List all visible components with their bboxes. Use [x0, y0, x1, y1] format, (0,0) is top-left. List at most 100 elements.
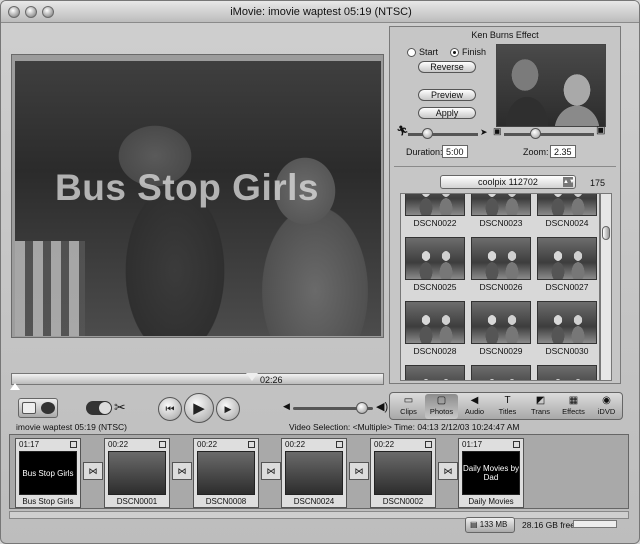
clip[interactable]: 00:22 DSCN0002 — [370, 438, 436, 508]
photo-image — [405, 237, 465, 280]
play-button[interactable]: ▶ — [184, 393, 214, 423]
preview-button[interactable]: Preview — [418, 89, 476, 101]
pane-label: iDVD — [597, 407, 616, 416]
finish-radio[interactable]: Finish — [450, 47, 486, 57]
pane-label: Clips — [400, 407, 417, 416]
photo-thumbnail[interactable]: DSCN0026 — [469, 234, 533, 296]
clip-viewer-scrollbar[interactable] — [9, 511, 629, 519]
transition-icon[interactable]: ⋈ — [261, 462, 281, 480]
ken-burns-title: Ken Burns Effect — [471, 30, 539, 40]
pane-button-audio[interactable]: ◀ Audio — [458, 394, 491, 419]
zoom-label: Zoom: — [523, 147, 549, 157]
scroll-thumb[interactable] — [602, 226, 610, 240]
speed-slider[interactable] — [408, 133, 478, 136]
popup-arrows-icon: ▲▼ — [563, 177, 575, 187]
zoom-field[interactable]: 2.35 — [550, 145, 576, 158]
pane-button-effects[interactable]: ▦ Effects — [557, 394, 590, 419]
clip[interactable]: 00:22 DSCN0024 — [281, 438, 347, 508]
clip[interactable]: 01:17 Bus Stop Girls Bus Stop Girls — [15, 438, 81, 508]
clip-frame: Daily Movies by Dad — [462, 451, 520, 495]
pane-button-idvd[interactable]: ◉ iDVD — [590, 394, 623, 419]
speed-knob[interactable] — [422, 128, 433, 139]
pane-buttons: ▭ Clips ▢ Photos ◀ Audio T Titles ◩ Trans ▦ Effects… — [389, 392, 623, 420]
photo-thumbnail[interactable]: DSCN0023 — [469, 194, 533, 232]
scrubber-bar[interactable] — [11, 373, 384, 385]
pane-label: Effects — [562, 407, 585, 416]
clip[interactable]: 00:22 DSCN0001 — [104, 438, 170, 508]
clip-name: DSCN0002 — [382, 497, 424, 506]
slow-icon: 🏃︎ — [396, 126, 409, 137]
title-bar: iMovie: imovie waptest 05:19 (NTSC) — [1, 1, 639, 23]
imovie-window: iMovie: imovie waptest 05:19 (NTSC) Bus … — [0, 0, 640, 544]
selection-info: Video Selection: <Multiple> Time: 04:13 … — [289, 422, 520, 432]
duration-field[interactable]: 5:00 — [442, 145, 468, 158]
ken-burns-preview — [496, 44, 606, 127]
rewind-button[interactable]: ⏮ — [158, 397, 182, 421]
radio-selected-icon — [450, 47, 459, 57]
finish-label: Finish — [462, 47, 487, 57]
photo-count: 175 — [590, 178, 606, 188]
pane-button-clips[interactable]: ▭ Clips — [392, 394, 425, 419]
photo-caption: DSCN0022 — [413, 218, 457, 228]
photo-thumbnail[interactable]: DSCN0029 — [469, 298, 533, 360]
photo-image — [405, 365, 465, 380]
volume-low-icon: ◀ — [283, 401, 290, 411]
pane-button-trans[interactable]: ◩ Trans — [524, 394, 557, 419]
photo-thumbnail[interactable]: DSCN0025 — [403, 234, 467, 296]
photo-caption: DSCN0029 — [479, 346, 523, 356]
fullscreen-play-icon: ▶ — [224, 403, 232, 414]
camera-mode-toggle[interactable] — [18, 398, 58, 418]
effects-icon: ▦ — [568, 395, 579, 406]
pane-label: Titles — [498, 407, 517, 416]
start-radio[interactable]: Start — [407, 47, 438, 57]
clip-frame — [197, 451, 255, 495]
playhead-timecode: 02:26 — [260, 375, 283, 385]
volume-knob[interactable] — [356, 402, 368, 414]
play-fullscreen-button[interactable]: ▶ — [216, 397, 240, 421]
photo-thumbnail[interactable]: DSCN0028 — [403, 298, 467, 360]
photo-thumbnail[interactable]: DSCN0027 — [535, 234, 599, 296]
duration-label: Duration: — [406, 147, 443, 157]
zoom-knob[interactable] — [530, 128, 541, 139]
photo-thumbnail[interactable] — [469, 362, 533, 380]
trash-button[interactable]: ▤ 133 MB — [465, 517, 515, 533]
edit-mode-switch[interactable] — [86, 401, 112, 415]
reverse-button[interactable]: Reverse — [418, 61, 476, 73]
transition-icon[interactable]: ⋈ — [438, 462, 458, 480]
photo-image — [405, 194, 465, 216]
video-frame: Bus Stop Girls — [15, 61, 381, 336]
clip[interactable]: 01:17 Daily Movies by Dad Daily Movies — [458, 438, 524, 508]
video-title-overlay: Bus Stop Girls — [55, 167, 319, 208]
camera-icon — [22, 402, 36, 414]
titles-icon: T — [504, 395, 511, 406]
clip-frame-text: Bus Stop Girls — [22, 468, 74, 478]
playhead[interactable] — [246, 373, 258, 381]
transition-icon[interactable]: ⋈ — [349, 462, 369, 480]
pane-button-titles[interactable]: T Titles — [491, 394, 524, 419]
photo-thumbnails: DSCN0022 DSCN0023 DSCN0024 DSCN0025 DSCN0026… — [403, 194, 599, 380]
scissors-icon[interactable]: ✂ — [114, 399, 126, 416]
clip[interactable]: 00:22 DSCN0008 — [193, 438, 259, 508]
photo-image — [537, 365, 597, 380]
photo-thumbnail[interactable] — [535, 362, 599, 380]
photo-image — [537, 301, 597, 344]
transition-icon[interactable]: ⋈ — [172, 462, 192, 480]
clip-name: DSCN0008 — [205, 497, 247, 506]
album-popup[interactable]: coolpix 112702 ▲▼ — [440, 175, 576, 189]
panel-divider — [394, 166, 616, 167]
photo-thumbnail[interactable]: DSCN0024 — [535, 194, 599, 232]
clip-viewer: 01:17 Bus Stop Girls Bus Stop Girls ⋈ 00:22 D… — [9, 434, 629, 509]
photo-thumbnail[interactable]: DSCN0030 — [535, 298, 599, 360]
photo-grid-scrollbar[interactable] — [600, 193, 612, 381]
pane-button-photos[interactable]: ▢ Photos — [425, 394, 458, 419]
photo-image — [471, 194, 531, 216]
transition-icon[interactable]: ⋈ — [83, 462, 103, 480]
clip-marker-icon — [513, 441, 520, 448]
clip-frame — [374, 451, 432, 495]
clip-frame-text: Daily Movies by Dad — [463, 464, 520, 482]
photo-thumbnail[interactable] — [403, 362, 467, 380]
photo-thumbnail[interactable]: DSCN0022 — [403, 194, 467, 232]
crop-start-marker[interactable] — [10, 383, 20, 390]
apply-button[interactable]: Apply — [418, 107, 476, 119]
zoom-slider[interactable] — [504, 133, 594, 136]
